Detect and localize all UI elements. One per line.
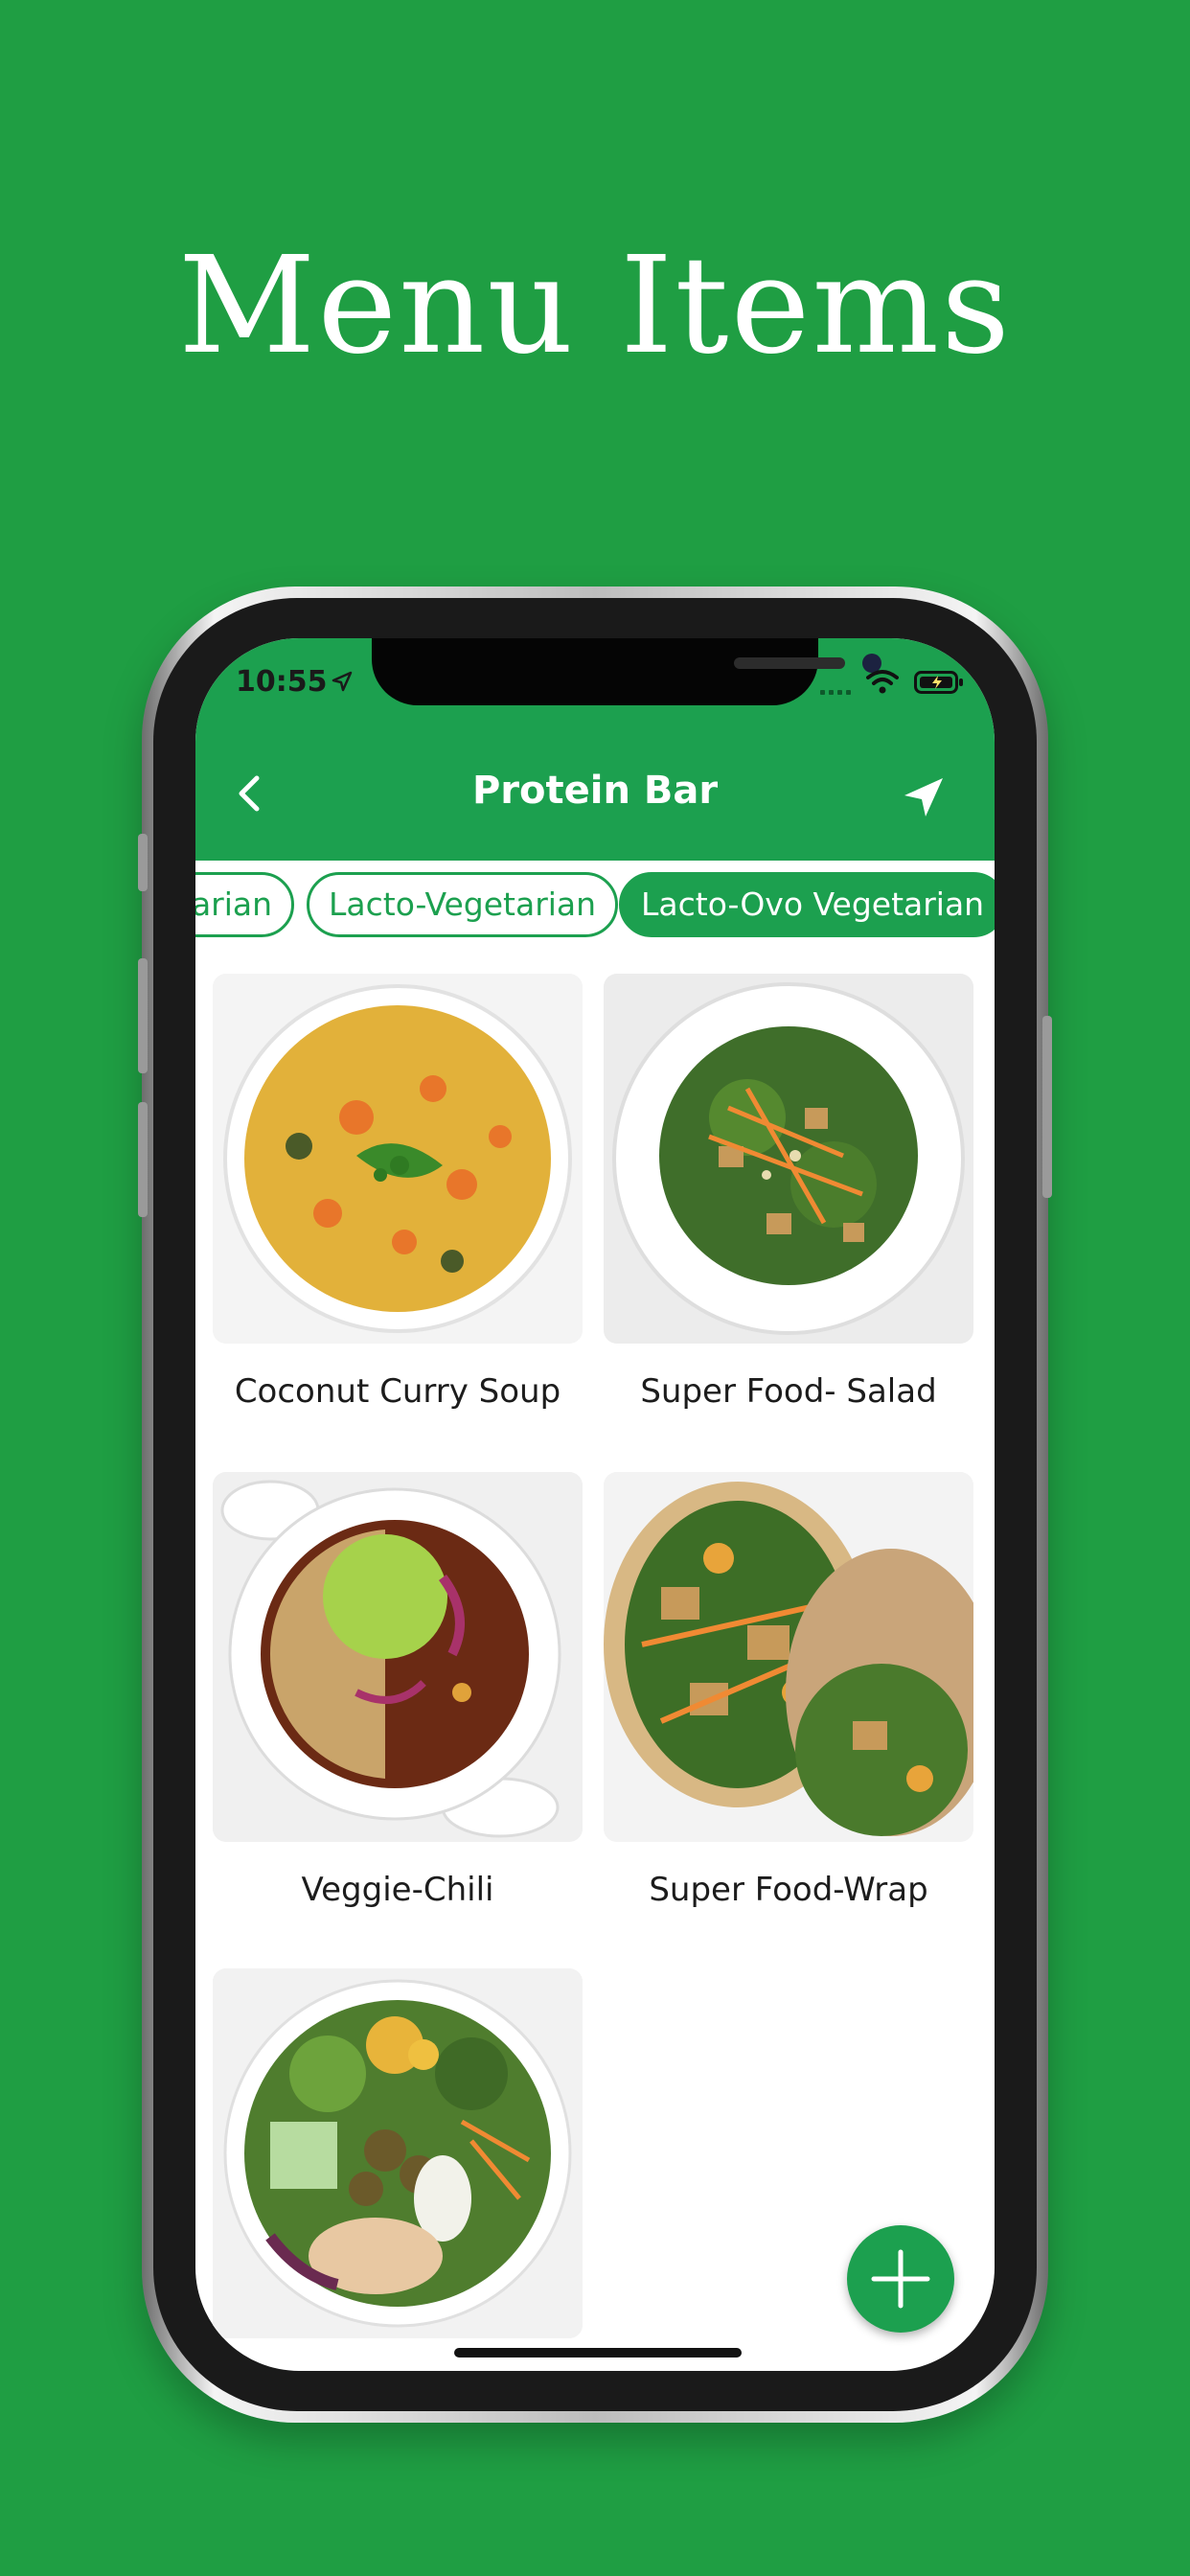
power-button (1042, 1016, 1052, 1198)
volume-up-button (138, 958, 148, 1073)
salad-image (604, 974, 973, 1344)
menu-item-name: Super Food- Salad (640, 1372, 937, 1411)
nav-title: Protein Bar (471, 769, 719, 813)
navigation-bar: 10:55 Protein Bar (195, 638, 995, 861)
diet-filter-chips: tarian Lacto-Vegetarian Lacto-Ovo Vegeta… (195, 872, 995, 945)
cellular-signal-icon (820, 680, 855, 699)
status-time: 10:55 (236, 665, 328, 699)
page-headline: Menu Items (177, 228, 1013, 384)
speaker-grille (734, 657, 845, 669)
menu-item-name: Coconut Curry Soup (234, 1372, 561, 1411)
chip-vegetarian[interactable]: tarian (195, 872, 295, 937)
chip-lacto-ovo-vegetarian[interactable]: Lacto-Ovo Vegetarian (619, 872, 995, 937)
device-notch (372, 638, 881, 705)
wrap-image (604, 1472, 973, 1842)
curry-soup-image (213, 974, 583, 1344)
home-indicator[interactable] (454, 2348, 742, 2358)
volume-down-button (138, 1102, 148, 1217)
battery-icon (914, 671, 963, 694)
menu-item-card[interactable]: Super Food-Wrap (604, 1472, 973, 1909)
menu-item-name: Veggie-Chili (301, 1871, 494, 1909)
phone-screen: 10:55 Protein Bar tarian Lacto-V (195, 638, 995, 2371)
send-location-icon[interactable] (901, 774, 947, 820)
add-item-button[interactable] (847, 2225, 954, 2333)
menu-item-card[interactable] (213, 1968, 583, 2338)
menu-item-card[interactable]: Veggie-Chili (213, 1472, 583, 1909)
menu-item-card[interactable]: Super Food- Salad (604, 974, 973, 1411)
menu-item-card[interactable]: Coconut Curry Soup (213, 974, 583, 1411)
location-arrow-icon (332, 671, 353, 692)
grain-bowl-image (213, 1968, 583, 2338)
chip-lacto-vegetarian[interactable]: Lacto-Vegetarian (307, 872, 619, 937)
chili-image (213, 1472, 583, 1842)
plus-icon (871, 2249, 930, 2309)
wifi-icon (866, 670, 899, 694)
menu-item-name: Super Food-Wrap (649, 1871, 928, 1909)
mute-switch (138, 834, 148, 891)
